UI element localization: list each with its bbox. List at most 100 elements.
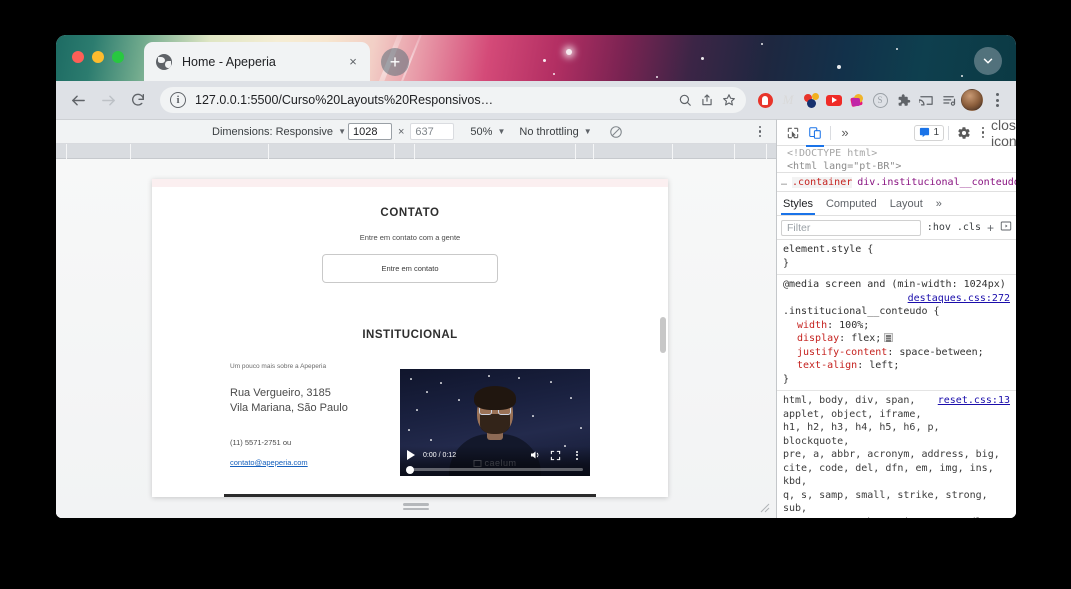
property-value: 100%;: [839, 319, 870, 331]
contato-button[interactable]: Entre em contato: [322, 254, 498, 283]
video-progress-knob[interactable]: [406, 465, 414, 474]
puzzle-extensions-icon[interactable]: [892, 89, 914, 111]
tab-strip: Home - Apeperia × +: [56, 35, 1016, 81]
browser-toolbar: i 127.0.0.1:5500/Curso%20Layouts%20Respo…: [56, 81, 1016, 119]
styles-filter-bar: Filter :hov .cls +: [777, 216, 1016, 240]
cast-icon[interactable]: [915, 89, 937, 111]
content-row: Dimensions: Responsive ▼ 1028 × 637 50% …: [56, 119, 1016, 518]
kebab-menu-icon[interactable]: [570, 449, 583, 462]
dimensions-label: Dimensions: Responsive: [212, 125, 334, 138]
site-info-icon[interactable]: i: [170, 92, 186, 108]
inspect-element-icon[interactable]: [782, 122, 804, 144]
declaration-width[interactable]: width: 100%;: [783, 319, 1010, 333]
avatar[interactable]: [961, 89, 983, 111]
sidebar-toggle-icon[interactable]: [1000, 220, 1012, 235]
volume-icon[interactable]: [528, 449, 541, 462]
momentum-icon[interactable]: M: [777, 89, 799, 111]
zoom-value: 50%: [470, 125, 493, 138]
new-style-rule-button[interactable]: +: [987, 221, 994, 235]
breadcrumb[interactable]: … .container div.institucional__conteudo…: [777, 172, 1016, 192]
device-toolbar-icon[interactable]: [804, 122, 826, 147]
star-icon[interactable]: [718, 89, 740, 111]
institucional-kicker: Um pouco mais sobre a Apeperia: [230, 363, 327, 370]
viewport-resize-handle[interactable]: [403, 502, 429, 511]
hov-button[interactable]: :hov: [927, 222, 951, 233]
breadcrumb-left-ellipsis[interactable]: …: [781, 177, 787, 188]
dimensions-dropdown[interactable]: Dimensions: Responsive ▼: [212, 126, 346, 138]
throttling-dropdown[interactable]: No throttling ▼: [519, 126, 591, 138]
style-source-link[interactable]: reset.css:13: [938, 394, 1010, 408]
adblock-icon[interactable]: [754, 89, 776, 111]
property-name: justify-content: [797, 346, 888, 358]
maximize-window-button[interactable]: [112, 51, 124, 63]
tab-computed[interactable]: Computed: [826, 192, 877, 215]
colorpick-icon[interactable]: [800, 89, 822, 111]
kebab-menu-icon[interactable]: [986, 89, 1008, 111]
viewport-scrollbar[interactable]: [660, 317, 666, 353]
fullscreen-icon[interactable]: [549, 449, 562, 462]
video-player[interactable]: caelum 0:00 / 0:12: [400, 369, 590, 476]
chevron-down-icon: ▼: [583, 127, 592, 136]
height-input[interactable]: 637: [410, 123, 455, 140]
institucional-conteudo: Um pouco mais sobre a Apeperia Rua Vergu…: [224, 363, 596, 476]
device-ruler[interactable]: [56, 144, 776, 159]
play-icon[interactable]: [407, 450, 415, 460]
minimize-window-button[interactable]: [92, 51, 104, 63]
window-traffic-lights[interactable]: [72, 51, 124, 63]
address-bar[interactable]: i 127.0.0.1:5500/Curso%20Layouts%20Respo…: [160, 87, 746, 113]
page-viewport[interactable]: CONTATO Entre em contato com a gente Ent…: [152, 179, 668, 497]
devtools-resize-corner-icon[interactable]: [758, 500, 770, 513]
share-icon[interactable]: [696, 89, 718, 111]
declaration-display[interactable]: display: flex;: [783, 332, 1010, 346]
tab-styles[interactable]: Styles: [781, 192, 815, 215]
close-icon[interactable]: ×: [344, 53, 362, 71]
devtools-overflow-button[interactable]: »: [835, 125, 855, 140]
width-input[interactable]: 1028: [347, 123, 392, 140]
close-icon[interactable]: close-icon: [991, 120, 1016, 149]
back-arrow-icon[interactable]: [64, 86, 92, 114]
style-rule-reset[interactable]: reset.css:13 html, body, div, span, appl…: [777, 391, 1016, 518]
video-progress-bar[interactable]: [406, 465, 583, 474]
email-link[interactable]: contato@apeperia.com: [230, 458, 308, 467]
playlist-icon[interactable]: [938, 89, 960, 111]
kebab-menu-icon[interactable]: [975, 126, 991, 139]
page-scroll-area[interactable]: CONTATO Entre em contato com a gente Ent…: [152, 179, 668, 497]
styles-pane[interactable]: element.style { } @media screen and (min…: [777, 240, 1016, 518]
style-rule-institucional-conteudo[interactable]: @media screen and (min-width: 1024px) de…: [777, 275, 1016, 391]
dimension-separator: ×: [397, 125, 405, 138]
chevron-down-icon[interactable]: [974, 47, 1002, 75]
institucional-title: INSTITUCIONAL: [362, 329, 458, 341]
issues-badge[interactable]: 1: [914, 124, 944, 141]
honey-icon[interactable]: S: [869, 89, 891, 111]
declaration-text-align[interactable]: text-align: left;: [783, 359, 1010, 373]
address-text: Rua Vergueiro, 3185 Vila Mariana, São Pa…: [230, 386, 400, 416]
tab-layout[interactable]: Layout: [890, 192, 923, 215]
video-time: 0:00 / 0:12: [423, 451, 457, 459]
style-source-link[interactable]: destaques.css:272: [908, 292, 1010, 306]
breadcrumb-item-institucional-conteudo[interactable]: div.institucional__conteudo: [857, 177, 1016, 188]
search-icon[interactable]: [674, 89, 696, 111]
zoom-dropdown[interactable]: 50% ▼: [470, 126, 505, 138]
browser-tab[interactable]: Home - Apeperia ×: [144, 42, 370, 81]
kebab-menu-icon[interactable]: [752, 124, 768, 140]
breadcrumb-item-container[interactable]: .container: [792, 176, 853, 188]
tab-overflow[interactable]: »: [936, 192, 942, 215]
rotate-device-icon[interactable]: [608, 124, 624, 140]
close-window-button[interactable]: [72, 51, 84, 63]
filter-input[interactable]: Filter: [781, 219, 921, 236]
canva-icon[interactable]: [846, 89, 868, 111]
new-tab-button[interactable]: +: [381, 48, 409, 76]
reload-icon[interactable]: [124, 86, 152, 114]
declaration-justify-content[interactable]: justify-content: space-between;: [783, 346, 1010, 360]
address-line-1: Rua Vergueiro, 3185: [230, 387, 331, 399]
flex-badge-icon[interactable]: [884, 333, 894, 342]
doctype-line: <!DOCTYPE html>: [787, 148, 878, 159]
globe-icon: [156, 53, 172, 70]
dom-tree-tail[interactable]: <!DOCTYPE html> <html lang="pt-BR">: [777, 146, 1016, 172]
forward-arrow-icon[interactable]: [94, 86, 122, 114]
video-controls[interactable]: 0:00 / 0:12: [400, 446, 590, 476]
gear-icon[interactable]: [953, 122, 975, 144]
style-rule-element-style[interactable]: element.style { }: [777, 240, 1016, 275]
cls-button[interactable]: .cls: [957, 222, 981, 233]
youtube-icon[interactable]: [823, 89, 845, 111]
